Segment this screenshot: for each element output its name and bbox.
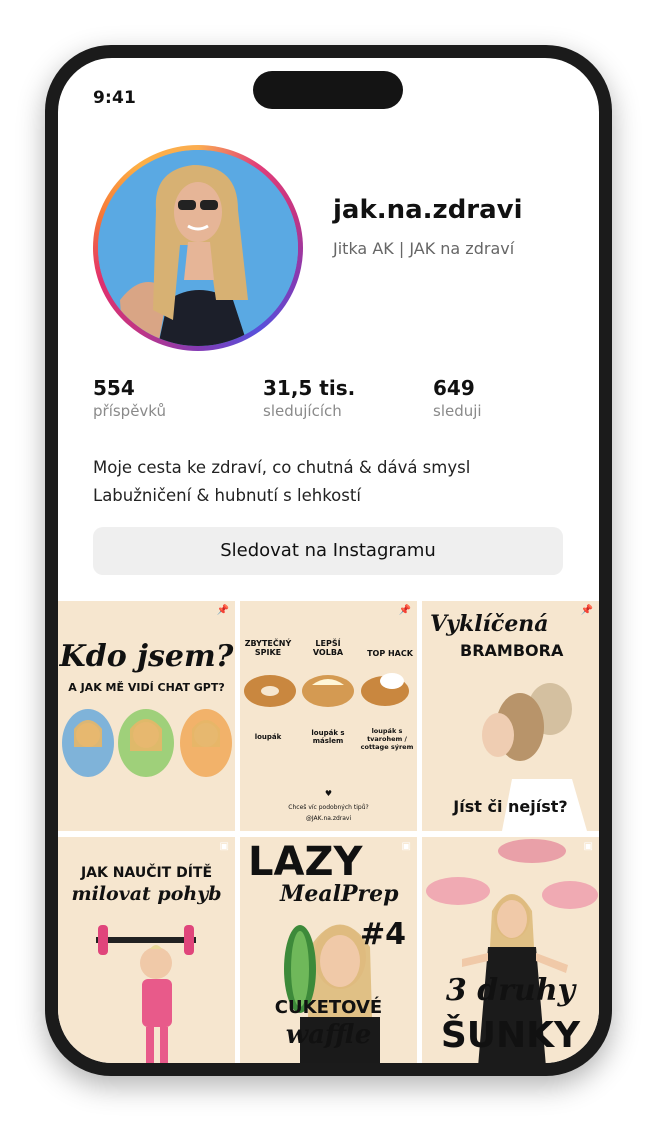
heart-icon: ♥ <box>324 789 333 798</box>
post-4-photo <box>96 925 196 1063</box>
post-2-col2-title: LEPŠÍ VOLBA <box>312 639 344 657</box>
post-5-caption-1: CUKETOVÉ <box>274 997 383 1018</box>
profile-full-name: Jitka AK | JAK na zdraví <box>333 239 515 258</box>
stat-followers-value: 31,5 tis. <box>263 376 356 400</box>
profile-bio: Moje cesta ke zdraví, co chutná & dává s… <box>93 454 470 510</box>
pin-icon: 📌 <box>398 605 411 616</box>
stat-following-value: 649 <box>433 376 475 400</box>
avatar[interactable] <box>98 150 298 346</box>
status-time: 9:41 <box>93 88 137 108</box>
post-2-col1-item: loupák <box>254 733 282 741</box>
bio-line-1: Moje cesta ke zdraví, co chutná & dává s… <box>93 458 471 477</box>
post-6-title: 3 druhy <box>445 973 576 1008</box>
post-5-number: #4 <box>360 917 407 952</box>
post-tile-6[interactable]: ▣ 3 druhy ŠUNKY <box>422 837 599 1063</box>
stat-posts-value: 554 <box>93 376 135 400</box>
post-3-title: Vyklíčená <box>430 611 549 637</box>
post-3-caption: Jíst či nejíst? <box>453 797 568 816</box>
phone-frame: 9:41 jak.na.zdravi Jitka AK | JAK na zdr… <box>45 45 612 1076</box>
post-2-handle: @JAK.na.zdravi <box>305 815 352 822</box>
post-1-illustrations <box>62 709 232 777</box>
post-5-caption-2: waffle <box>285 1020 372 1050</box>
post-tile-2[interactable]: 📌 ZBYTEČNÝ SPIKE LEPŠÍ VOLBA TOP HACK lo… <box>240 601 417 831</box>
post-5-title: LAZY <box>248 839 363 885</box>
stat-posts[interactable]: 554 příspěvků <box>93 376 166 420</box>
post-tile-4[interactable]: ▣ JAK NAUČIT DÍTĚ milovat pohyb <box>58 837 235 1063</box>
post-6-subtitle: ŠUNKY <box>440 1015 581 1056</box>
post-tile-1[interactable]: 📌 Kdo jsem? A JAK MĚ VIDÍ CHAT GPT? <box>58 601 235 831</box>
post-tile-3[interactable]: 📌 Vyklíčená BRAMBORA Jíst či nejíst? <box>422 601 599 831</box>
post-2-col3-title: TOP HACK <box>367 649 413 658</box>
post-2-col3-item: loupák s tvarohem / cottage sýrem <box>360 727 414 751</box>
follow-on-instagram-button[interactable]: Sledovat na Instagramu <box>93 527 563 575</box>
reel-icon: ▣ <box>219 841 229 852</box>
screen: 9:41 jak.na.zdravi Jitka AK | JAK na zdr… <box>58 58 599 1063</box>
pin-icon: 📌 <box>216 605 229 616</box>
reel-icon: ▣ <box>401 841 411 852</box>
post-5-subtitle: MealPrep <box>280 881 399 907</box>
avatar-photo <box>98 150 298 346</box>
post-2-footer: Chceš víc podobných tipů? <box>288 804 369 811</box>
post-tile-5[interactable]: ▣ LAZY MealPrep #4 CUKETOVÉ waffle <box>240 837 417 1063</box>
stat-following-label: sleduji <box>433 402 482 420</box>
post-2-col1-title: ZBYTEČNÝ SPIKE <box>244 639 292 657</box>
dynamic-island <box>253 71 403 109</box>
stat-posts-label: příspěvků <box>93 402 167 420</box>
avatar-story-ring[interactable] <box>93 145 303 351</box>
post-2-col2-item: loupák s máslem <box>311 729 345 745</box>
post-4-title: JAK NAUČIT DÍTĚ <box>80 865 213 881</box>
profile-username: jak.na.zdravi <box>333 195 523 225</box>
post-4-subtitle: milovat pohyb <box>71 883 222 905</box>
post-3-subtitle: BRAMBORA <box>460 641 564 660</box>
post-2-pastries <box>244 673 409 707</box>
pin-icon: 📌 <box>580 605 593 616</box>
stat-following[interactable]: 649 sleduji <box>433 376 482 420</box>
posts-grid: 📌 Kdo jsem? A JAK MĚ VIDÍ CHAT GPT? 📌 ZB… <box>58 601 599 1063</box>
stat-followers-label: sledujících <box>263 402 342 420</box>
bio-line-2: Labužničení & hubnutí s lehkostí <box>93 486 361 505</box>
post-1-title: Kdo jsem? <box>59 639 234 674</box>
stat-followers[interactable]: 31,5 tis. sledujících <box>263 376 355 420</box>
post-1-subtitle: A JAK MĚ VIDÍ CHAT GPT? <box>68 681 225 694</box>
